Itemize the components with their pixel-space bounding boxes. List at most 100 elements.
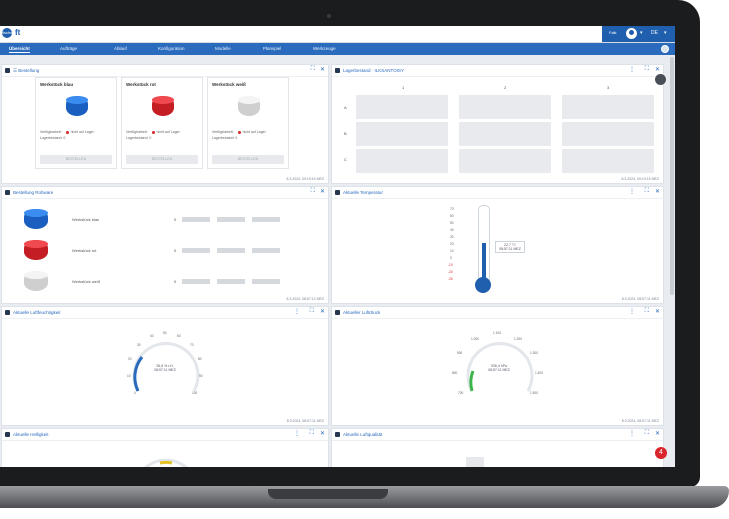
expand-icon[interactable]: ⛶	[645, 66, 649, 73]
expand-icon[interactable]: ⛶	[645, 188, 649, 195]
order-button[interactable]: BESTELLEN	[212, 155, 284, 164]
thermometer-bulb	[475, 277, 491, 293]
fischer-logo-icon: fischer	[2, 28, 14, 38]
stock-slot	[562, 149, 654, 173]
expand-icon[interactable]: ⛶	[311, 188, 315, 195]
brightness-gauge	[143, 458, 189, 467]
cart-icon	[5, 68, 10, 73]
expand-icon[interactable]: ⛶	[310, 430, 314, 437]
notification-badge[interactable]: 4	[655, 447, 667, 459]
stock-slot	[356, 149, 448, 173]
workpiece-red-image	[152, 96, 174, 116]
timestamp: 8.3.2024, 08:57:11 MEZ	[286, 419, 324, 423]
nav-configuration[interactable]: Konfiguration	[158, 46, 185, 51]
language-select[interactable]: DE	[651, 30, 658, 36]
placeholder-bar	[182, 279, 210, 284]
close-icon[interactable]: ✕	[320, 66, 325, 73]
list-item-count: 0	[174, 217, 177, 222]
nav-orders[interactable]: Aufträge	[60, 46, 77, 51]
pressure-readout: 926,4 hPa 08:57:11 MEZ	[484, 363, 514, 373]
gauge-tick-label: 0	[134, 391, 136, 395]
list-item-count: 0	[174, 279, 177, 284]
nav-tools[interactable]: Werkzeuge	[313, 46, 336, 51]
stock-slot	[356, 95, 448, 119]
air-quality-panel: Aktuelle Luftqualität ⋮ ⛶ ✕	[331, 428, 664, 467]
close-icon[interactable]: ✕	[320, 188, 325, 195]
expand-icon[interactable]: ⛶	[311, 66, 315, 73]
chevron-down-icon[interactable]: ▾	[640, 30, 643, 36]
placeholder-bar	[182, 248, 210, 253]
nav-models[interactable]: Modelle	[215, 46, 231, 51]
column-header: 3	[607, 85, 610, 90]
close-icon[interactable]: ✕	[320, 308, 325, 315]
row-header: C	[344, 157, 347, 162]
sensor-icon	[335, 190, 340, 195]
more-icon[interactable]: ⋮	[629, 308, 635, 315]
row-header: B	[344, 131, 347, 136]
card-title: Werkstück weiß	[212, 82, 246, 87]
panel-title: Aktuelle Luftfeuchtigkeit	[13, 310, 61, 315]
order-panel: ☰ Bestellung ⛶ ✕ Werkstück blau Verfügba…	[1, 64, 329, 184]
list-item-label: Werkstück rot	[72, 248, 97, 253]
expand-icon[interactable]: ⛶	[645, 308, 649, 315]
humidity-panel: Aktuelle Luftfeuchtigkeit ⋮ ⛶ ✕ 0 10 20 …	[1, 306, 329, 426]
truck-icon	[5, 190, 10, 195]
close-icon[interactable]: ✕	[655, 308, 660, 315]
workpiece-blue-image	[66, 96, 88, 116]
panel-title: Aktueller Luftdruck	[343, 310, 381, 315]
user-avatar-icon[interactable]	[626, 28, 637, 39]
close-icon[interactable]: ✕	[655, 188, 660, 195]
app-bar: fischer ft Falk ▾ DE ▾	[0, 26, 675, 43]
gauge-tick-label: 1.300	[530, 351, 538, 355]
more-icon[interactable]: ⋮	[294, 430, 300, 437]
panel-title: Aktuelle Temperatur	[343, 190, 383, 195]
gauge-tick-label: 20	[128, 357, 132, 361]
placeholder-bar	[252, 279, 280, 284]
sensor-icon	[5, 432, 10, 437]
gauge-tick-label: 90	[199, 374, 203, 378]
more-icon[interactable]: ⋮	[629, 188, 635, 195]
close-icon[interactable]: ✕	[320, 430, 325, 437]
list-item-label: Werkstück weiß	[72, 279, 101, 284]
timestamp: 8.3.2024, 08:57:12 MEZ	[286, 297, 324, 301]
pressure-panel: Aktueller Luftdruck ⋮ ⛶ ✕ 700 800 900 1.…	[331, 306, 664, 426]
nav-overview[interactable]: Übersicht	[9, 46, 30, 53]
raw-material-panel: Bestellung Rohware ⛶ ✕ Werkstück blau 0 …	[1, 186, 329, 304]
user-menu[interactable]: Falk ▾ DE ▾	[602, 26, 675, 42]
sensor-icon	[335, 310, 340, 315]
stock-slot	[459, 122, 551, 146]
panel-header: Bestellung Rohware ⛶ ✕	[2, 187, 328, 199]
workpiece-white-image	[24, 271, 48, 291]
main-nav: Übersicht Aufträge Ablauf Konfiguration …	[0, 43, 675, 55]
stock-slot	[562, 122, 654, 146]
settings-icon[interactable]	[661, 45, 669, 53]
close-icon[interactable]: ✕	[655, 66, 660, 73]
more-icon[interactable]: ⋮	[294, 308, 300, 315]
order-button[interactable]: BESTELLEN	[40, 155, 112, 164]
nav-flow[interactable]: Ablauf	[114, 46, 127, 51]
scrollbar[interactable]	[670, 57, 674, 295]
placeholder-bar	[252, 217, 280, 222]
history-icon[interactable]	[655, 74, 666, 85]
panel-title: Lagerbestand · ILKSANTOISY	[343, 68, 404, 73]
product-card-white: Werkstück weiß Verfügbarkeit: nicht auf L…	[207, 77, 289, 169]
order-button[interactable]: BESTELLEN	[126, 155, 198, 164]
gauge-tick-label: 1.000	[471, 337, 479, 341]
panel-header: Lagerbestand · ILKSANTOISY ⋮ ⛶ ✕	[332, 65, 663, 77]
expand-icon[interactable]: ⛶	[310, 308, 314, 315]
nav-simulation[interactable]: Planspiel	[263, 46, 281, 51]
gauge-tick-label: 1.500	[530, 391, 538, 395]
close-icon[interactable]: ✕	[655, 430, 660, 437]
sensor-icon	[335, 432, 340, 437]
panel-header: Aktuelle Luftqualität ⋮ ⛶ ✕	[332, 429, 663, 441]
chevron-down-icon[interactable]: ▾	[664, 30, 667, 36]
expand-icon[interactable]: ⛶	[645, 430, 649, 437]
more-icon[interactable]: ⋮	[629, 66, 635, 73]
panel-header: Aktuelle Luftfeuchtigkeit ⋮ ⛶ ✕	[2, 307, 328, 319]
list-item-label: Werkstück blau	[72, 217, 100, 222]
placeholder-bar	[217, 217, 245, 222]
workpiece-red-image	[24, 240, 48, 260]
more-icon[interactable]: ⋮	[629, 430, 635, 437]
gauge-tick-label: 40	[150, 334, 154, 338]
stock-row: Lagerbestand: 0	[212, 136, 238, 140]
